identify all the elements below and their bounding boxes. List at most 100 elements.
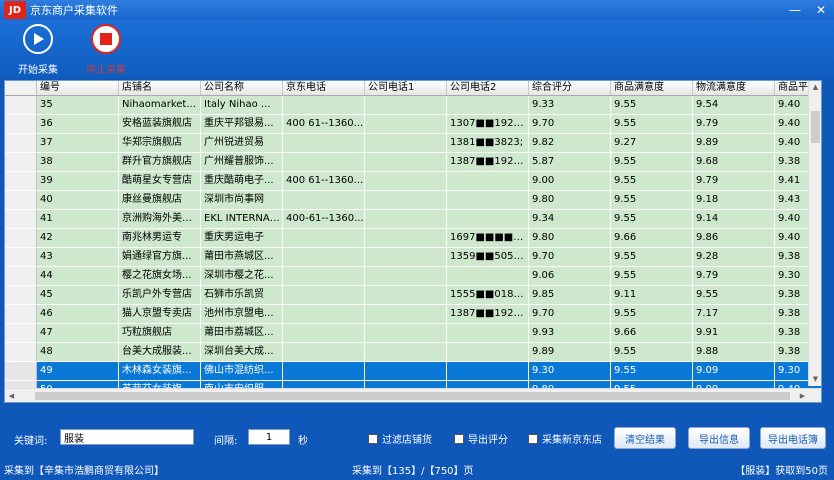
cell-col-company-phone-2[interactable] [447,191,529,209]
row-header[interactable] [5,134,37,152]
scroll-up-icon[interactable]: ▲ [809,81,821,94]
header-col-product-satisfaction[interactable]: 商品满意度 [611,81,693,95]
cell-col-shop-name[interactable]: Nihaomarket... [119,96,201,114]
cell-col-company-phone-1[interactable] [365,96,447,114]
scroll-left-icon[interactable]: ◀ [5,389,18,402]
cell-col-company-phone-2[interactable] [447,362,529,380]
cell-col-logistics-satisfaction[interactable]: 9.28 [693,248,775,266]
cell-col-company-phone-2[interactable] [447,172,529,190]
cell-col-product-satisfaction[interactable]: 9.55 [611,305,693,323]
results-grid[interactable]: 编号 店铺名 公司名称 京东电话 公司电话1 公司电话2 综合评分 商品满意度 物流满意度 商品平… [4,80,822,403]
cell-col-company-phone-1[interactable] [365,210,447,228]
cell-col-company-phone-1[interactable] [365,286,447,304]
table-row[interactable]: 48 台美大成服装... 深圳台美大成... 9.89 9.55 9.88 9.38 [5,343,821,362]
table-row[interactable]: 35 Nihaomarket... Italy Nihao ... 9.33 9.55 9… [5,96,821,115]
minimize-button[interactable]: — [782,0,808,20]
horizontal-scrollbar[interactable]: ◀ ▶ [5,388,821,402]
cell-col-jd-phone[interactable] [283,267,365,285]
cell-col-logistics-satisfaction[interactable]: 9.09 [693,362,775,380]
cell-col-company-name[interactable]: 池州市京盟电... [201,305,283,323]
header-col-jd-phone[interactable]: 京东电话 [283,81,365,95]
cell-col-product-satisfaction[interactable]: 9.55 [611,362,693,380]
cell-col-shop-name[interactable]: 安格蓝装旗舰店 [119,115,201,133]
cell-col-overall-score[interactable]: 9.00 [529,172,611,190]
cell-col-overall-score[interactable]: 9.70 [529,248,611,266]
table-row[interactable]: 40 康丝曼旗舰店 深圳市尚事网 9.80 9.55 9.18 9.43 [5,191,821,210]
row-header[interactable] [5,248,37,266]
cell-col-jd-phone[interactable]: 400 61--1360... [283,115,365,133]
cell-col-product-satisfaction[interactable]: 9.66 [611,229,693,247]
cell-col-company-phone-1[interactable] [365,343,447,361]
vertical-scroll-thumb[interactable] [811,111,820,143]
cell-col-company-name[interactable]: 深圳市尚事网 [201,191,283,209]
table-row[interactable]: 49 木林森女装旗... 佛山市混纺织... 9.30 9.55 9.09 9.30 [5,362,821,381]
cell-col-jd-phone[interactable]: 400 61--1360... [283,172,365,190]
cell-col-jd-phone[interactable]: 400-61--1360... [283,210,365,228]
cell-col-company-phone-2[interactable] [447,324,529,342]
row-header[interactable] [5,286,37,304]
cell-col-jd-phone[interactable] [283,248,365,266]
cell-col-company-phone-1[interactable] [365,153,447,171]
stop-collect-button[interactable]: 停止采集 [76,24,136,76]
cell-col-jd-phone[interactable] [283,153,365,171]
cell-col-company-phone-2[interactable] [447,267,529,285]
keyword-input[interactable] [60,429,194,445]
cell-col-company-name[interactable]: 广州耀普服饰... [201,153,283,171]
table-row[interactable]: 43 娟通绿官方旗... 莆田市燕城区... 1359■■50588; 9.70 9.55… [5,248,821,267]
cell-col-id[interactable]: 38 [37,153,119,171]
row-header[interactable] [5,305,37,323]
cell-col-id[interactable]: 43 [37,248,119,266]
row-header[interactable] [5,210,37,228]
export-score-checkbox[interactable]: 导出评分 [454,431,508,446]
table-row[interactable]: 39 酷萌星女专营店 重庆酷萌电子... 400 61--1360... 9.00 9.5… [5,172,821,191]
cell-col-company-phone-2[interactable] [447,96,529,114]
horizontal-scroll-thumb[interactable] [35,392,790,400]
table-row[interactable]: 38 群升官方旗舰店 广州耀普服饰... 1387■■19231; 5.87 9.55 9.… [5,153,821,172]
scroll-down-icon[interactable]: ▼ [809,373,821,386]
row-header[interactable] [5,229,37,247]
cell-col-product-satisfaction[interactable]: 9.27 [611,134,693,152]
cell-col-product-satisfaction[interactable]: 9.55 [611,248,693,266]
cell-col-shop-name[interactable]: 娟通绿官方旗... [119,248,201,266]
cell-col-id[interactable]: 41 [37,210,119,228]
cell-col-shop-name[interactable]: 樱之花旗女场... [119,267,201,285]
cell-col-id[interactable]: 49 [37,362,119,380]
header-col-company-name[interactable]: 公司名称 [201,81,283,95]
cell-col-product-satisfaction[interactable]: 9.55 [611,210,693,228]
cell-col-id[interactable]: 45 [37,286,119,304]
cell-col-overall-score[interactable]: 9.70 [529,115,611,133]
cell-col-jd-phone[interactable] [283,134,365,152]
cell-col-company-phone-1[interactable] [365,362,447,380]
cell-col-company-phone-1[interactable] [365,267,447,285]
cell-col-id[interactable]: 44 [37,267,119,285]
cell-col-company-phone-1[interactable] [365,191,447,209]
scroll-right-icon[interactable]: ▶ [796,389,809,402]
cell-col-company-phone-1[interactable] [365,305,447,323]
cell-col-shop-name[interactable]: 群升官方旗舰店 [119,153,201,171]
cell-col-product-satisfaction[interactable]: 9.66 [611,324,693,342]
cell-col-overall-score[interactable]: 5.87 [529,153,611,171]
cell-col-overall-score[interactable]: 9.80 [529,229,611,247]
cell-col-logistics-satisfaction[interactable]: 9.68 [693,153,775,171]
cell-col-overall-score[interactable]: 9.06 [529,267,611,285]
cell-col-company-name[interactable]: EKL INTERNAI... [201,210,283,228]
cell-col-company-phone-1[interactable] [365,134,447,152]
filter-shop-checkbox[interactable]: 过滤店铺货 [368,431,432,446]
cell-col-product-satisfaction[interactable]: 9.55 [611,153,693,171]
cell-col-overall-score[interactable]: 9.33 [529,96,611,114]
cell-col-overall-score[interactable]: 9.70 [529,305,611,323]
cell-col-id[interactable]: 40 [37,191,119,209]
header-col-id[interactable]: 编号 [37,81,119,95]
row-header[interactable] [5,96,37,114]
checkbox-box[interactable] [368,433,378,444]
cell-col-shop-name[interactable]: 巧粒旗舰店 [119,324,201,342]
cell-col-logistics-satisfaction[interactable]: 9.55 [693,286,775,304]
row-header[interactable] [5,267,37,285]
cell-col-company-phone-1[interactable] [365,229,447,247]
checkbox-box[interactable] [528,433,538,444]
row-header[interactable] [5,191,37,209]
row-header[interactable] [5,343,37,361]
row-header[interactable] [5,115,37,133]
cell-col-company-phone-2[interactable]: 1387■■19231; [447,153,529,171]
cell-col-jd-phone[interactable] [283,343,365,361]
